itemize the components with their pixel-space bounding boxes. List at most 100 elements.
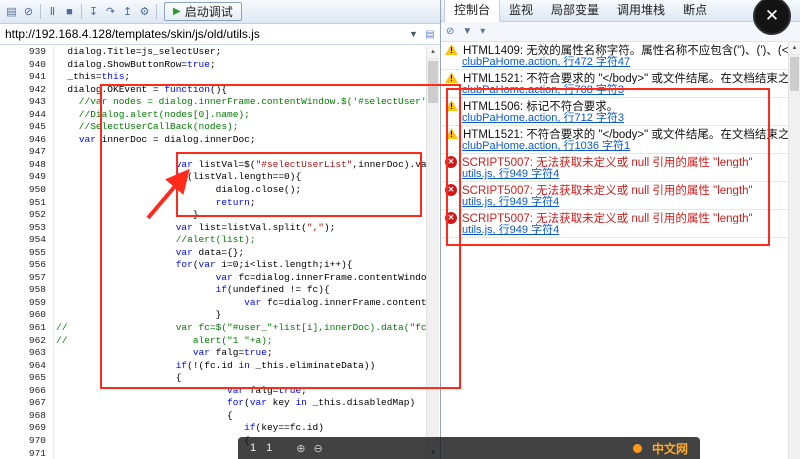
- line-number[interactable]: 966: [0, 385, 53, 398]
- line-number[interactable]: 959: [0, 297, 53, 310]
- line-number[interactable]: 941: [0, 71, 53, 84]
- clear-console-icon[interactable]: ⊘: [446, 26, 454, 37]
- code-line: var list=listVal.split(",");: [175, 221, 336, 233]
- toolbar-separator: [81, 4, 82, 19]
- line-number[interactable]: 945: [0, 121, 53, 134]
- page-current: 1: [250, 442, 257, 454]
- code-vertical-scrollbar[interactable]: ▲ ▼: [426, 46, 439, 459]
- line-number[interactable]: 961: [0, 322, 53, 335]
- line-number[interactable]: 948: [0, 159, 53, 172]
- tab-locals[interactable]: 局部变量: [542, 0, 608, 21]
- break-on-error-icon[interactable]: ⊘: [20, 3, 37, 21]
- start-debugging-button[interactable]: ▶ 启动调试: [164, 2, 242, 21]
- console-message: ! HTML1409: 无效的属性名称字符。属性名称不应包含(")、(')、(<)…: [441, 42, 788, 70]
- line-number[interactable]: 942: [0, 84, 53, 97]
- line-number[interactable]: 949: [0, 171, 53, 184]
- console-message: ! HTML1521: 不符合要求的 "</body>" 或文件结尾。在文档结束之…: [441, 70, 788, 98]
- tab-watch[interactable]: 监视: [500, 0, 542, 21]
- line-number[interactable]: 951: [0, 197, 53, 210]
- debugger-pane: ▤ ⊘ Ⅱ ■ ↧ ↷ ↥ ⚙ ▶ 启动调试 http://192.168.4.128/tem…: [0, 0, 440, 459]
- document-icon[interactable]: ▤: [3, 3, 20, 21]
- code-line: {: [56, 372, 182, 384]
- scrollbar-thumb[interactable]: [790, 57, 799, 91]
- line-number[interactable]: 953: [0, 222, 53, 235]
- step-out-icon[interactable]: ↥: [119, 3, 136, 21]
- line-number[interactable]: 967: [0, 397, 53, 410]
- line-number[interactable]: 963: [0, 347, 53, 360]
- message-source-link[interactable]: utils.js, 行949 字符4: [462, 196, 559, 208]
- line-number[interactable]: 944: [0, 109, 53, 122]
- line-number[interactable]: 955: [0, 247, 53, 260]
- console-message: ! HTML1506: 标记不符合要求。 clubPaHome.action, 行7…: [441, 98, 788, 126]
- viewer-overlay-bar: 1 1 ⊕ ⊖ 中文网: [238, 437, 700, 459]
- toolbar-separator: [156, 4, 157, 19]
- line-number[interactable]: 968: [0, 410, 53, 423]
- message-source-link[interactable]: clubPaHome.action, 行712 字符3: [462, 112, 624, 124]
- code-line: {: [56, 409, 233, 421]
- message-source-link[interactable]: clubPaHome.action, 行1036 字符1: [462, 140, 630, 152]
- tab-callstack[interactable]: 调用堆栈: [608, 0, 674, 21]
- line-number[interactable]: 952: [0, 209, 53, 222]
- line-number[interactable]: 964: [0, 360, 53, 373]
- pause-icon[interactable]: Ⅱ: [44, 3, 61, 21]
- zoom-in-icon[interactable]: ⊕: [296, 442, 305, 455]
- devtools-window: ▤ ⊘ Ⅱ ■ ↧ ↷ ↥ ⚙ ▶ 启动调试 http://192.168.4.128/tem…: [0, 0, 800, 459]
- code-editor: 939 940 941 942 943 944 945 946 947 948 949 950 951 9…: [0, 46, 426, 459]
- line-number[interactable]: 957: [0, 272, 53, 285]
- step-over-icon[interactable]: ↷: [102, 3, 119, 21]
- message-source-link[interactable]: utils.js, 行949 字符4: [462, 168, 559, 180]
- close-icon: ✕: [764, 6, 780, 25]
- line-number[interactable]: 969: [0, 422, 53, 435]
- line-number[interactable]: 971: [0, 448, 53, 459]
- line-number[interactable]: 947: [0, 146, 53, 159]
- console-messages: ! HTML1409: 无效的属性名称字符。属性名称不应包含(")、(')、(<)…: [441, 42, 788, 459]
- code-line: if(!(fc.id in _this.eliminateData)): [175, 359, 376, 371]
- zoom-out-icon[interactable]: ⊖: [313, 442, 322, 455]
- warning-icon: !: [445, 100, 458, 111]
- start-debugging-label: 启动调试: [184, 5, 233, 19]
- line-number[interactable]: 965: [0, 372, 53, 385]
- message-options-icon[interactable]: ▾: [480, 26, 485, 37]
- script-url-bar[interactable]: http://192.168.4.128/templates/skin/js/o…: [0, 24, 440, 45]
- scrollbar-thumb[interactable]: [428, 61, 438, 103]
- code-line: if(listVal.length==0){: [175, 171, 302, 183]
- exception-settings-icon[interactable]: ⚙: [136, 3, 153, 21]
- line-number[interactable]: 958: [0, 284, 53, 297]
- step-into-icon[interactable]: ↧: [85, 3, 102, 21]
- panel-tabs: 控制台 监视 局部变量 调用堆栈 断点: [441, 0, 800, 22]
- message-source-link[interactable]: utils.js, 行949 字符4: [462, 224, 559, 236]
- script-dropdown-icon[interactable]: ▼: [405, 29, 422, 39]
- message-text: HTML1521: 不符合要求的 "</body>" 或文件结尾。在文档结束之前…: [463, 72, 788, 85]
- line-numbers: 939 940 941 942 943 944 945 946 947 948 949 950 951 9…: [0, 46, 54, 459]
- code-line: }: [56, 309, 222, 321]
- line-number[interactable]: 946: [0, 134, 53, 147]
- filter-messages-icon[interactable]: ▼: [462, 26, 472, 37]
- tab-console[interactable]: 控制台: [444, 0, 501, 22]
- tab-breakpoints[interactable]: 断点: [674, 0, 716, 21]
- line-number[interactable]: 940: [0, 59, 53, 72]
- line-number[interactable]: 962: [0, 335, 53, 348]
- scroll-up-icon[interactable]: ▲: [789, 42, 800, 55]
- stop-icon[interactable]: ■: [61, 3, 78, 21]
- scroll-up-icon[interactable]: ▲: [427, 46, 439, 59]
- message-text: HTML1409: 无效的属性名称字符。属性名称不应包含(")、(')、(<)或…: [463, 44, 788, 57]
- code-line: dialog.Title=js_selectUser;: [56, 46, 222, 57]
- line-number[interactable]: 960: [0, 309, 53, 322]
- console-scrollbar[interactable]: ▲: [788, 42, 800, 459]
- brand-name[interactable]: 中文网: [652, 440, 688, 457]
- line-number[interactable]: 954: [0, 234, 53, 247]
- line-number[interactable]: 950: [0, 184, 53, 197]
- line-number[interactable]: 956: [0, 259, 53, 272]
- message-source-link[interactable]: clubPaHome.action, 行472 字符47: [462, 56, 630, 68]
- warning-icon: !: [445, 44, 458, 55]
- script-page-icon[interactable]: ▤: [422, 29, 438, 40]
- page-total: 1: [266, 442, 273, 454]
- script-url[interactable]: http://192.168.4.128/templates/skin/js/o…: [5, 27, 405, 41]
- code-line: var fc=dialog.innerFrame.contentWindow.$…: [244, 296, 426, 308]
- code-line: return;: [215, 196, 256, 208]
- message-source-link[interactable]: clubPaHome.action, 行708 字符3: [462, 84, 624, 96]
- line-number[interactable]: 939: [0, 46, 53, 59]
- line-number[interactable]: 970: [0, 435, 53, 448]
- line-number[interactable]: 943: [0, 96, 53, 109]
- error-icon: ✕: [445, 211, 457, 224]
